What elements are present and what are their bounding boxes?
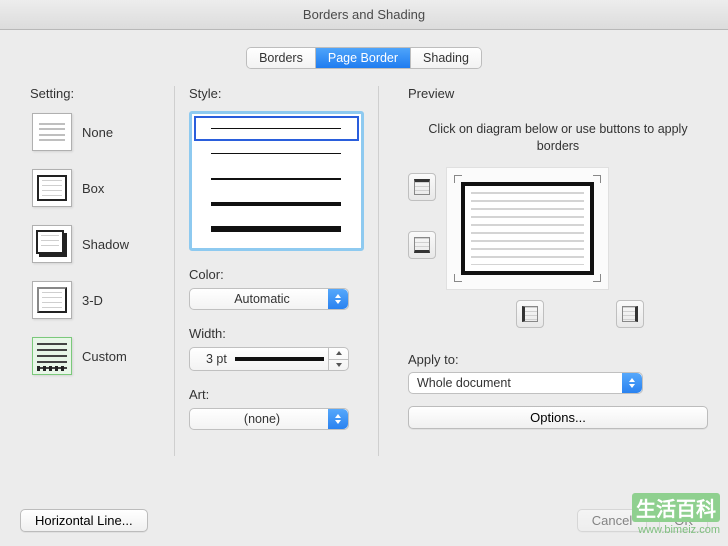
horizontal-line-button[interactable]: Horizontal Line... bbox=[20, 509, 148, 532]
preview-column: Preview Click on diagram below or use bu… bbox=[383, 86, 708, 456]
setting-label: Setting: bbox=[30, 86, 170, 101]
setting-option-label: 3-D bbox=[82, 293, 103, 308]
divider bbox=[174, 86, 175, 456]
options-button[interactable]: Options... bbox=[408, 406, 708, 429]
divider bbox=[378, 86, 379, 456]
box-icon bbox=[32, 169, 72, 207]
dropdown-caret-icon bbox=[328, 289, 348, 309]
setting-option-shadow[interactable]: Shadow bbox=[30, 223, 170, 265]
tab-page-border[interactable]: Page Border bbox=[315, 48, 410, 68]
style-option[interactable] bbox=[194, 216, 359, 241]
preview-diagram[interactable] bbox=[446, 167, 609, 290]
setting-option-label: Custom bbox=[82, 349, 127, 364]
border-bottom-button[interactable] bbox=[408, 231, 436, 259]
setting-option-label: None bbox=[82, 125, 113, 140]
style-option[interactable] bbox=[194, 241, 359, 246]
border-right-button[interactable] bbox=[616, 300, 644, 328]
stepper-arrows-icon[interactable] bbox=[328, 348, 348, 370]
width-stepper[interactable]: 3 pt bbox=[189, 347, 349, 371]
none-icon bbox=[32, 113, 72, 151]
apply-to-select[interactable]: Whole document bbox=[408, 372, 643, 394]
setting-column: Setting: None Box Shadow 3-D bbox=[20, 86, 170, 456]
apply-to-label: Apply to: bbox=[408, 352, 708, 367]
art-label: Art: bbox=[189, 387, 374, 402]
custom-icon bbox=[32, 337, 72, 375]
style-column: Style: Color: Automatic Width: 3 pt bbox=[179, 86, 374, 456]
apply-to-value: Whole document bbox=[417, 376, 511, 390]
width-sample-icon bbox=[235, 357, 324, 361]
window-titlebar: Borders and Shading bbox=[0, 0, 728, 30]
window-title: Borders and Shading bbox=[303, 7, 425, 22]
width-label: Width: bbox=[189, 326, 374, 341]
cancel-button[interactable]: Cancel bbox=[577, 509, 647, 532]
style-listbox[interactable] bbox=[189, 111, 364, 251]
setting-option-box[interactable]: Box bbox=[30, 167, 170, 209]
tab-bar: Borders Page Border Shading bbox=[20, 48, 708, 68]
setting-option-label: Shadow bbox=[82, 237, 129, 252]
art-select[interactable]: (none) bbox=[189, 408, 349, 430]
preview-instruction: Click on diagram below or use buttons to… bbox=[408, 121, 708, 155]
dialog-content: Borders Page Border Shading Setting: Non… bbox=[0, 30, 728, 546]
style-label: Style: bbox=[189, 86, 374, 101]
setting-option-label: Box bbox=[82, 181, 104, 196]
art-value: (none) bbox=[244, 412, 280, 426]
color-value: Automatic bbox=[234, 292, 290, 306]
setting-option-custom[interactable]: Custom bbox=[30, 335, 170, 377]
width-value: 3 pt bbox=[206, 352, 227, 366]
border-top-button[interactable] bbox=[408, 173, 436, 201]
preview-page-icon bbox=[461, 182, 594, 275]
border-left-button[interactable] bbox=[516, 300, 544, 328]
threed-icon bbox=[32, 281, 72, 319]
style-option[interactable] bbox=[194, 166, 359, 191]
color-label: Color: bbox=[189, 267, 374, 282]
dropdown-caret-icon bbox=[328, 409, 348, 429]
tab-shading[interactable]: Shading bbox=[410, 48, 481, 68]
color-select[interactable]: Automatic bbox=[189, 288, 349, 310]
style-option[interactable] bbox=[194, 116, 359, 141]
preview-label: Preview bbox=[408, 86, 708, 101]
setting-option-none[interactable]: None bbox=[30, 111, 170, 153]
ok-button[interactable]: OK bbox=[659, 509, 708, 532]
style-option[interactable] bbox=[194, 141, 359, 166]
dropdown-caret-icon bbox=[622, 373, 642, 393]
shadow-icon bbox=[32, 225, 72, 263]
setting-option-3d[interactable]: 3-D bbox=[30, 279, 170, 321]
tab-borders[interactable]: Borders bbox=[247, 48, 315, 68]
style-option[interactable] bbox=[194, 191, 359, 216]
